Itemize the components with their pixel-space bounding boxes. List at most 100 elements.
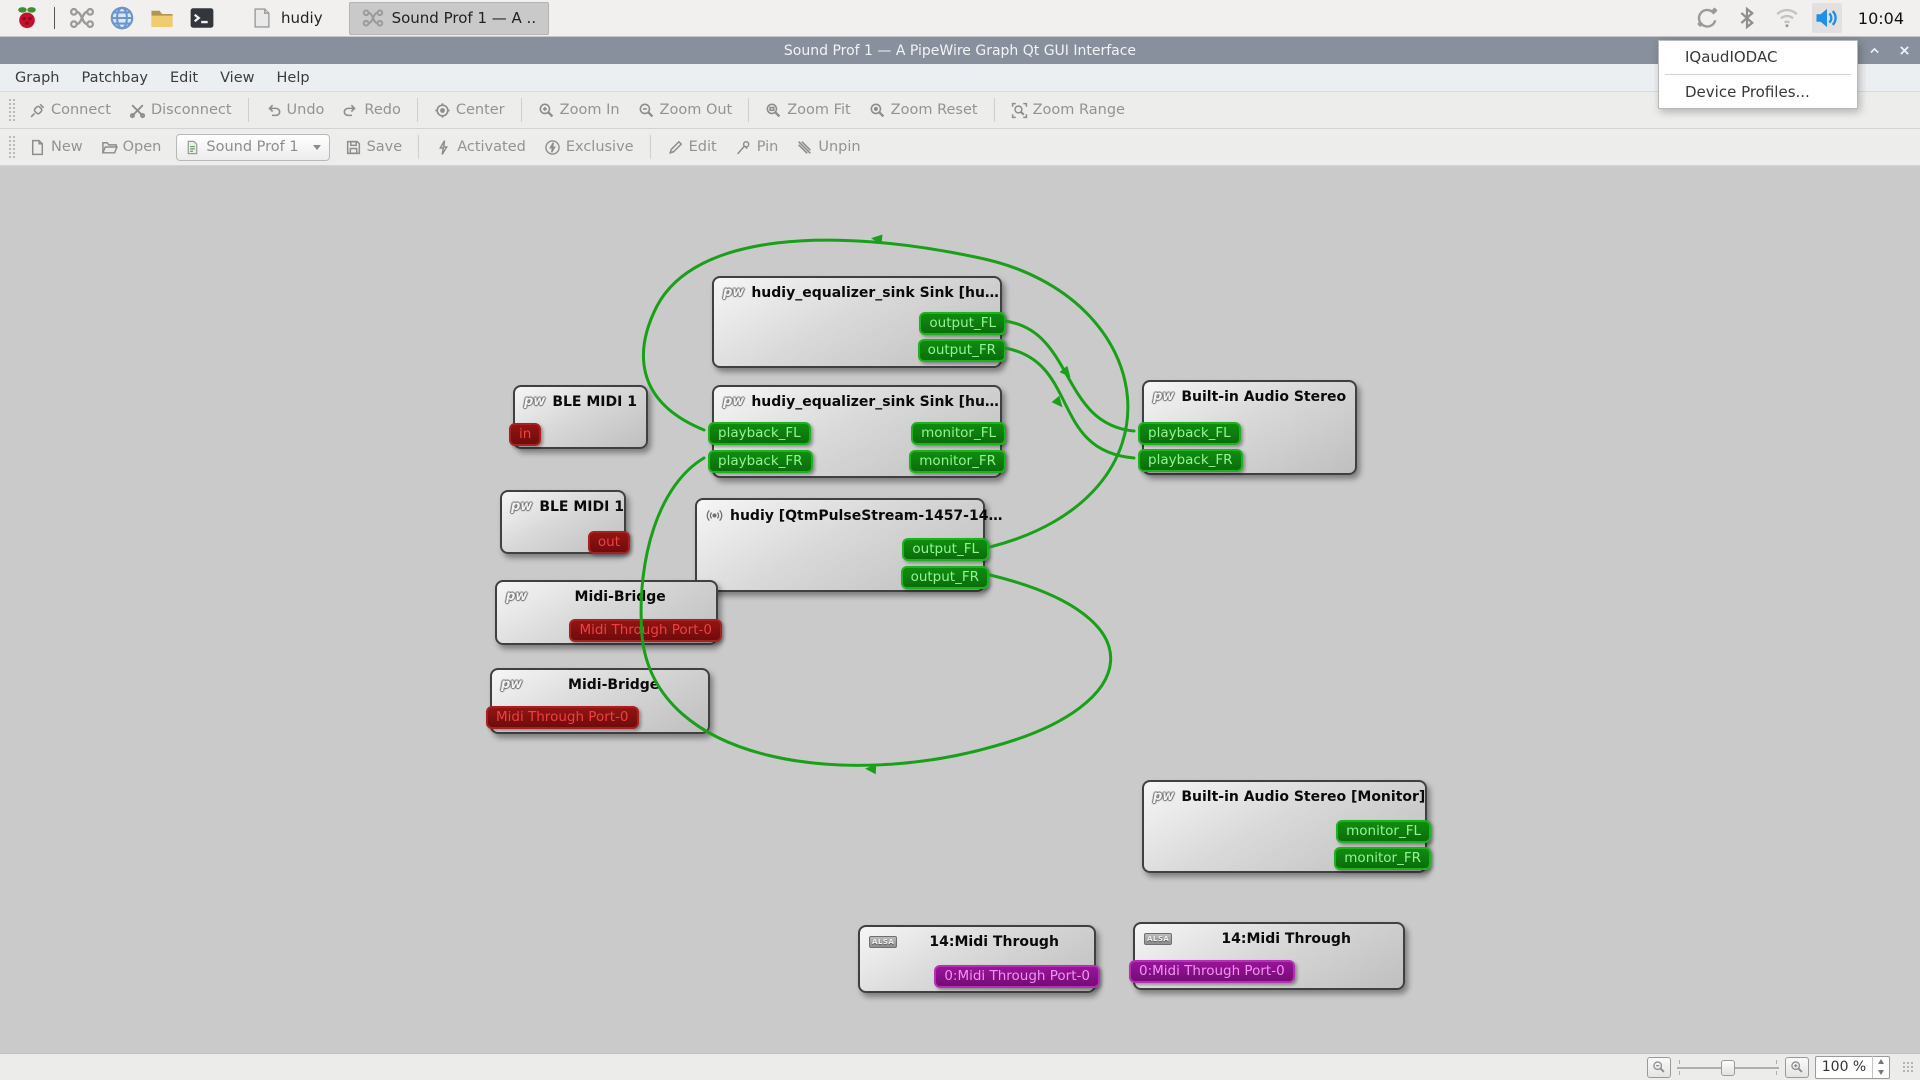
zoom-fit-icon	[765, 102, 782, 119]
node-ble-midi-out[interactable]: pwBLE MIDI 1out	[500, 490, 626, 554]
port-midi-through-port-0[interactable]: Midi Through Port-0	[569, 619, 722, 642]
node-midi-bridge-2[interactable]: pwMidi-BridgeMidi Through Port-0	[490, 668, 710, 734]
exclusive-icon	[544, 139, 561, 156]
toolbar-grip[interactable]	[8, 98, 16, 122]
port-in[interactable]: in	[509, 423, 541, 446]
menu-patchbay[interactable]: Patchbay	[70, 67, 159, 89]
spin-up-button[interactable]	[1873, 1056, 1889, 1067]
zoom-out-button[interactable]	[1647, 1057, 1671, 1078]
port-output-fl[interactable]: output_FL	[919, 312, 1006, 335]
zoom-in-button[interactable]: Zoom In	[529, 97, 629, 124]
menu-edit[interactable]: Edit	[159, 67, 209, 89]
launcher-raspberry[interactable]	[10, 2, 44, 34]
port-monitor-fr[interactable]: monitor_FR	[909, 450, 1006, 473]
toolbar-button-label: Disconnect	[151, 102, 232, 118]
node-title: pwMidi-Bridge	[492, 670, 708, 693]
node-ble-midi-in[interactable]: pwBLE MIDI 1in	[513, 385, 648, 449]
toolbar-separator	[248, 98, 249, 122]
tray-bluetooth[interactable]	[1732, 3, 1762, 33]
spin-down-button[interactable]	[1873, 1067, 1889, 1078]
node-qtm-pulse-stream[interactable]: hudiy [QtmPulseStream-1457-14…output_FLo…	[695, 498, 985, 592]
port-playback-fr[interactable]: playback_FR	[1138, 449, 1243, 472]
maximize-button[interactable]	[1866, 43, 1882, 59]
patchbay-profile-combobox[interactable]: Sound Prof 1	[176, 134, 329, 161]
globe-icon	[109, 5, 135, 31]
node-builtin-audio-monitor[interactable]: pwBuilt-in Audio Stereo [Monitor]monitor…	[1142, 780, 1427, 873]
unpin-button[interactable]: Unpin	[787, 134, 869, 161]
port-playback-fl[interactable]: playback_FL	[708, 422, 811, 445]
task-button[interactable]: Sound Prof 1 — A ..	[349, 2, 550, 35]
port-midi-through-port-0[interactable]: Midi Through Port-0	[486, 706, 639, 729]
pw-icon: pw	[501, 678, 522, 692]
port-monitor-fr[interactable]: monitor_FR	[1334, 847, 1431, 870]
node-midi-through-1[interactable]: ALSA14:Midi Through0:Midi Through Port-0	[858, 925, 1096, 993]
zoom-slider[interactable]	[1677, 1057, 1779, 1078]
open-button[interactable]: Open	[92, 134, 171, 161]
port-output-fl[interactable]: output_FL	[902, 538, 989, 561]
node-eq-sink-inout[interactable]: pwhudiy_equalizer_sink Sink [hu…playback…	[712, 385, 1002, 478]
zoom-range-button[interactable]: Zoom Range	[1002, 97, 1134, 124]
menu-view[interactable]: View	[209, 67, 265, 89]
node-title-text: hudiy [QtmPulseStream-1457-14…	[730, 508, 1002, 524]
toolbar-button-label: Exclusive	[566, 139, 634, 155]
node-midi-through-2[interactable]: ALSA14:Midi Through0:Midi Through Port-0	[1133, 922, 1405, 990]
window-titlebar[interactable]: Sound Prof 1 — A PipeWire Graph Qt GUI I…	[0, 37, 1920, 64]
port-monitor-fl[interactable]: monitor_FL	[1336, 820, 1431, 843]
zoom-slider-handle[interactable]	[1721, 1060, 1735, 1076]
toolbar-button-label: New	[51, 139, 83, 155]
task-button[interactable]: hudiy	[239, 2, 335, 35]
exclusive-button[interactable]: Exclusive	[535, 134, 643, 161]
tray-wifi[interactable]	[1772, 3, 1802, 33]
center-button[interactable]: Center	[425, 97, 514, 124]
toolbar-button-label: Center	[456, 102, 505, 118]
port-out[interactable]: out	[588, 531, 630, 554]
popup-item-device-profiles[interactable]: Device Profiles...	[1659, 76, 1857, 108]
undo-button[interactable]: Undo	[256, 97, 334, 124]
port-output-fr[interactable]: output_FR	[918, 339, 1006, 362]
launcher-globe[interactable]	[105, 2, 139, 34]
node-eq-sink-out[interactable]: pwhudiy_equalizer_sink Sink [hu…output_F…	[712, 276, 1002, 368]
edit-button[interactable]: Edit	[658, 134, 726, 161]
menu-graph[interactable]: Graph	[4, 67, 70, 89]
graph-canvas[interactable]: pwhudiy_equalizer_sink Sink [hu…output_F…	[0, 166, 1920, 1053]
save-button[interactable]: Save	[336, 134, 412, 161]
close-button[interactable]	[1896, 43, 1912, 59]
zoom-reset-button[interactable]: Zoom Reset	[860, 97, 987, 124]
port-playback-fr[interactable]: playback_FR	[708, 450, 813, 473]
activated-button[interactable]: Activated	[426, 134, 535, 161]
port-0-midi-through-port-0[interactable]: 0:Midi Through Port-0	[1129, 960, 1295, 983]
launcher-folder[interactable]	[145, 2, 179, 34]
toolbar-button-label: Activated	[457, 139, 526, 155]
zoom-out-button[interactable]: Zoom Out	[629, 97, 742, 124]
pin-button[interactable]: Pin	[726, 134, 788, 161]
bluetooth-icon	[1735, 6, 1759, 30]
port-monitor-fl[interactable]: monitor_FL	[911, 422, 1006, 445]
zoom-in-icon	[1790, 1060, 1804, 1074]
node-title-text: 14:Midi Through	[1179, 931, 1393, 947]
menu-help[interactable]: Help	[266, 67, 321, 89]
redo-button[interactable]: Redo	[333, 97, 409, 124]
window-title: Sound Prof 1 — A PipeWire Graph Qt GUI I…	[784, 43, 1136, 59]
toolbar-grip[interactable]	[8, 135, 16, 159]
new-button[interactable]: New	[20, 134, 92, 161]
popup-item-device-name[interactable]: IQaudIODAC	[1659, 41, 1857, 73]
connect-button[interactable]: Connect	[20, 97, 120, 124]
node-title: pwBuilt-in Audio Stereo [Monitor]	[1144, 782, 1425, 805]
disconnect-button[interactable]: Disconnect	[120, 97, 241, 124]
clock[interactable]: 10:04	[1852, 9, 1910, 28]
launcher-patchbay[interactable]	[65, 2, 99, 34]
zoom-spinbox[interactable]: 100 %	[1815, 1056, 1890, 1079]
tray-volume[interactable]	[1812, 3, 1842, 33]
node-builtin-audio[interactable]: pwBuilt-in Audio Stereoplayback_FLplayba…	[1142, 380, 1357, 475]
zoom-fit-button[interactable]: Zoom Fit	[756, 97, 859, 124]
launcher-terminal[interactable]	[185, 2, 219, 34]
zoom-in-button[interactable]	[1785, 1057, 1809, 1078]
tray-sync[interactable]	[1692, 3, 1722, 33]
toolbar-button-label: Zoom Fit	[787, 102, 850, 118]
resize-grip[interactable]	[1902, 1061, 1914, 1073]
port-output-fr[interactable]: output_FR	[901, 566, 989, 589]
port-playback-fl[interactable]: playback_FL	[1138, 422, 1241, 445]
disconnect-icon	[129, 102, 146, 119]
port-0-midi-through-port-0[interactable]: 0:Midi Through Port-0	[934, 965, 1100, 988]
node-midi-bridge-1[interactable]: pwMidi-BridgeMidi Through Port-0	[495, 580, 718, 645]
